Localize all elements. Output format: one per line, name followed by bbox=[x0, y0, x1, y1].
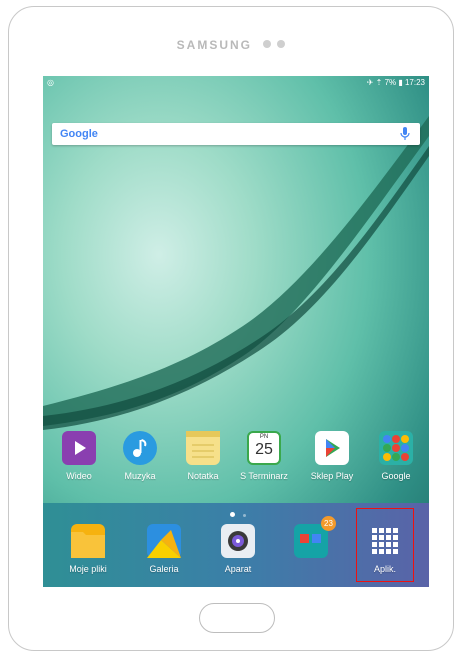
app-folder-icon: 23 bbox=[294, 516, 336, 558]
page-dot[interactable] bbox=[243, 514, 246, 517]
music-icon bbox=[123, 431, 157, 465]
notification-badge: 23 bbox=[321, 516, 336, 531]
front-camera bbox=[277, 40, 286, 48]
app-label: Galeria bbox=[149, 564, 179, 574]
status-indicators: ✈ ⇡ 7% ▮ 17:23 bbox=[366, 78, 425, 87]
app-aparat[interactable]: Aparat bbox=[208, 524, 268, 574]
app-label: Google bbox=[381, 471, 411, 481]
app-label: Notatka bbox=[187, 471, 219, 481]
google-search-bar[interactable]: Google bbox=[52, 123, 420, 145]
video-icon bbox=[62, 431, 96, 465]
app-label: Sklep Play bbox=[310, 471, 354, 481]
app-label: Wideo bbox=[66, 471, 92, 481]
app-google-folder[interactable]: Google bbox=[366, 431, 426, 481]
camera-icon bbox=[221, 524, 255, 558]
status-bar: ◎ ✈ ⇡ 7% ▮ 17:23 bbox=[43, 76, 429, 90]
app-folder-with-badge[interactable]: 23 bbox=[281, 516, 341, 564]
app-notatka[interactable]: Notatka bbox=[173, 431, 233, 481]
app-wideo[interactable]: Wideo bbox=[49, 431, 109, 481]
play-store-icon bbox=[315, 431, 349, 465]
microphone-icon[interactable] bbox=[400, 127, 410, 141]
brand-logo: SAMSUNG bbox=[176, 38, 252, 52]
note-icon bbox=[186, 431, 220, 465]
front-sensor bbox=[263, 40, 272, 48]
apps-highlight-box bbox=[356, 508, 414, 582]
status-notification-icon: ◎ bbox=[47, 78, 54, 87]
app-muzyka[interactable]: Muzyka bbox=[110, 431, 170, 481]
google-folder-icon bbox=[379, 431, 413, 465]
page-dot-home[interactable] bbox=[230, 512, 235, 517]
calendar-icon: PN 25 bbox=[247, 431, 281, 465]
home-button[interactable] bbox=[199, 603, 275, 633]
app-label: Moje pliki bbox=[69, 564, 107, 574]
app-s-terminarz[interactable]: PN 25 S Terminarz bbox=[234, 431, 294, 481]
app-label: Aparat bbox=[224, 564, 252, 574]
app-sklep-play[interactable]: Sklep Play bbox=[302, 431, 362, 481]
home-screen: ◎ ✈ ⇡ 7% ▮ 17:23 Google Wideo Muzyka Not… bbox=[43, 76, 429, 587]
brand-header: SAMSUNG bbox=[0, 38, 462, 52]
gallery-icon bbox=[147, 524, 181, 558]
app-moje-pliki[interactable]: Moje pliki bbox=[58, 524, 118, 574]
app-label: Muzyka bbox=[124, 471, 156, 481]
folder-icon bbox=[71, 524, 105, 558]
app-label: S Terminarz bbox=[240, 471, 288, 481]
app-galeria[interactable]: Galeria bbox=[134, 524, 194, 574]
google-logo: Google bbox=[60, 128, 98, 140]
page-indicator bbox=[226, 504, 250, 522]
